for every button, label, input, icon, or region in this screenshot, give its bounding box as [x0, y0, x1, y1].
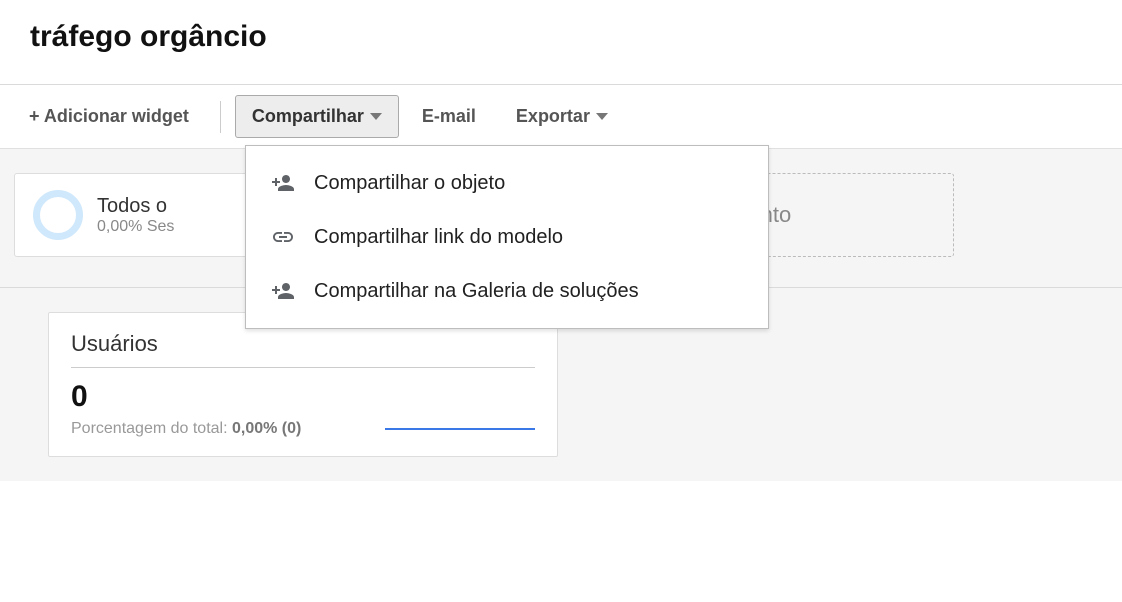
widget-percent-text: Porcentagem do total: 0,00% (0) — [71, 420, 301, 438]
sparkline — [385, 428, 535, 430]
caret-down-icon — [596, 113, 608, 120]
segment-circle-icon — [33, 190, 83, 240]
add-widget-button[interactable]: + Adicionar widget — [12, 95, 206, 138]
export-button[interactable]: Exportar — [499, 95, 625, 138]
widget-percent-value: 0,00% (0) — [232, 420, 301, 437]
segment-text: Todos o 0,00% Ses — [97, 195, 174, 236]
toolbar-separator — [220, 101, 221, 133]
person-add-icon — [270, 170, 296, 196]
share-object-label: Compartilhar o objeto — [314, 172, 505, 195]
caret-down-icon — [370, 113, 382, 120]
users-widget[interactable]: Usuários 0 Porcentagem do total: 0,00% (… — [48, 312, 558, 457]
share-label: Compartilhar — [252, 106, 364, 127]
add-widget-label: + Adicionar widget — [29, 106, 189, 127]
person-add-icon — [270, 278, 296, 304]
share-dropdown: Compartilhar o objeto Compartilhar link … — [245, 145, 769, 329]
share-gallery-item[interactable]: Compartilhar na Galeria de soluções — [246, 264, 768, 318]
segment-title: Todos o — [97, 195, 174, 218]
toolbar: + Adicionar widget Compartilhar E-mail E… — [0, 85, 1122, 149]
widget-footer: Porcentagem do total: 0,00% (0) — [71, 420, 535, 438]
widget-percent-label: Porcentagem do total: — [71, 420, 232, 437]
link-icon — [270, 224, 296, 250]
segment-subtitle: 0,00% Ses — [97, 218, 174, 236]
share-template-link-label: Compartilhar link do modelo — [314, 226, 563, 249]
share-button[interactable]: Compartilhar — [235, 95, 399, 138]
email-button[interactable]: E-mail — [405, 95, 493, 138]
widget-title: Usuários — [71, 331, 535, 368]
share-gallery-label: Compartilhar na Galeria de soluções — [314, 280, 639, 303]
share-object-item[interactable]: Compartilhar o objeto — [246, 156, 768, 210]
email-label: E-mail — [422, 106, 476, 127]
page-title: tráfego orgâncio — [30, 20, 1092, 54]
export-label: Exportar — [516, 106, 590, 127]
share-template-link-item[interactable]: Compartilhar link do modelo — [246, 210, 768, 264]
toolbar-region: + Adicionar widget Compartilhar E-mail E… — [0, 84, 1122, 288]
widget-value: 0 — [71, 380, 535, 414]
